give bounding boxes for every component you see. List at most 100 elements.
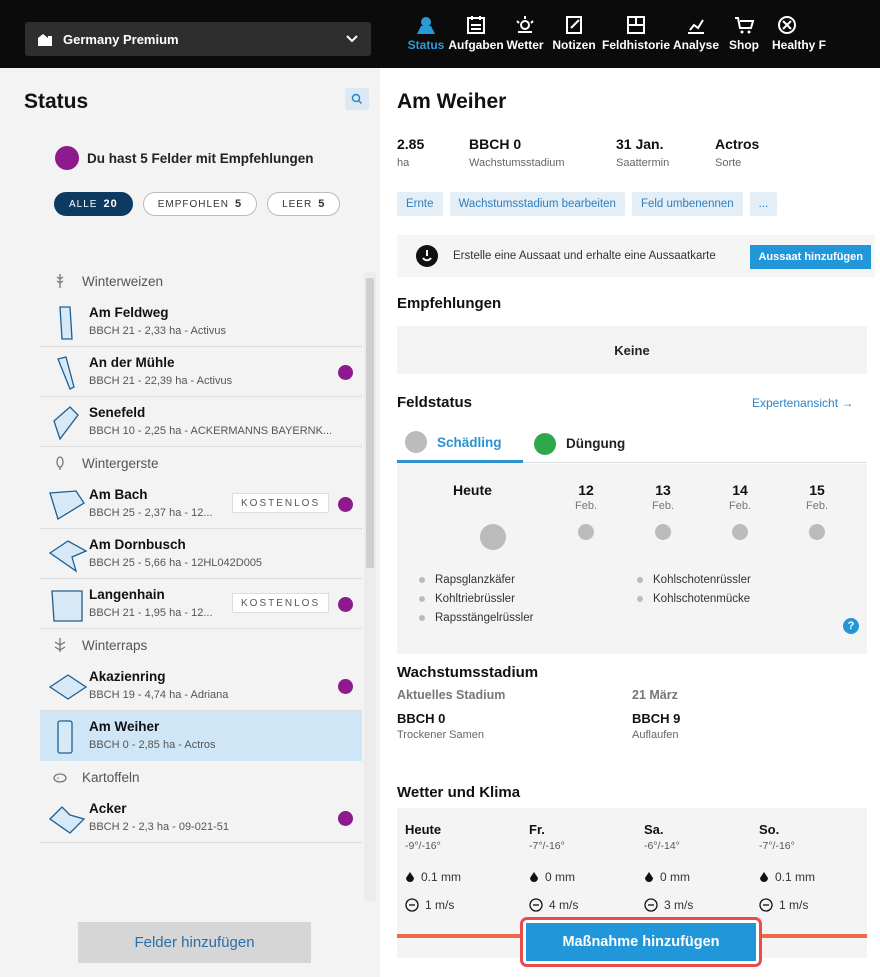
field-list-item[interactable]: Am Feldweg BBCH 21 - 2,33 ha - Activus	[40, 297, 362, 347]
pest-item: Kohlschotenrüssler	[637, 574, 751, 586]
help-icon[interactable]: ?	[843, 618, 859, 634]
filter-empty[interactable]: LEER 5	[267, 192, 341, 216]
wind-icon	[759, 898, 773, 912]
field-name: Akazienring	[89, 669, 166, 684]
weather-day: So. -7°/-16° 0.1 mm 1 m/s	[759, 822, 816, 912]
nav-healthy[interactable]: Healthy F	[766, 14, 826, 52]
farm-selector[interactable]: Germany Premium	[25, 22, 371, 56]
crop-group-header: Wintergerste	[40, 447, 362, 479]
forecast-day: 14 Feb.	[729, 482, 751, 540]
field-list-item[interactable]: Am Dornbusch BBCH 25 - 5,66 ha - 12HL042…	[40, 529, 362, 579]
weather-day: Fr. -7°/-16° 0 mm 4 m/s	[529, 822, 579, 912]
field-list-item[interactable]: Senefeld BBCH 10 - 2,25 ha - ACKERMANNS …	[40, 397, 362, 447]
recommendation-dot	[338, 497, 353, 512]
field-name: Langenhain	[89, 587, 165, 602]
scrollbar-thumb[interactable]	[366, 278, 374, 568]
main-nav: Status Aufgaben Wetter Notizen Feldhisto…	[404, 14, 826, 52]
field-shape-icon	[59, 306, 73, 340]
field-facts: 2.85 ha BBCH 0 Wachstumsstadium 31 Jan. Saa…	[397, 136, 759, 169]
potato-icon	[53, 773, 67, 783]
field-shape-icon	[48, 674, 88, 700]
weather-day: Heute -9°/-16° 0.1 mm 1 m/s	[405, 822, 462, 912]
nav-notes[interactable]: Notizen	[546, 14, 602, 52]
field-list-scrollbar[interactable]	[364, 272, 376, 901]
wind-icon	[529, 898, 543, 912]
nav-shop[interactable]: Shop	[722, 14, 766, 52]
fact-variety: Actros Sorte	[715, 136, 760, 169]
filter-all[interactable]: ALLE 20	[54, 192, 133, 216]
analysis-icon	[688, 19, 704, 34]
rename-field-button[interactable]: Feld umbenennen	[631, 192, 743, 216]
field-list-item[interactable]: An der Mühle BBCH 21 - 22,39 ha - Activu…	[40, 347, 362, 397]
fieldstatus-heading: Feldstatus	[397, 394, 473, 411]
field-shape-icon	[48, 806, 86, 834]
fieldstatus-tabs: Schädling Düngung	[397, 424, 867, 463]
nav-status[interactable]: Status	[404, 14, 448, 52]
filter-recommended[interactable]: EMPFOHLEN 5	[142, 192, 258, 216]
recommendations-heading: Empfehlungen	[397, 295, 502, 312]
recommendation-dot	[338, 811, 353, 826]
search-icon	[351, 93, 363, 105]
harvest-button[interactable]: Ernte	[397, 192, 443, 216]
field-meta: BBCH 25 - 5,66 ha - 12HL042D005	[89, 557, 263, 569]
rapeseed-icon	[54, 638, 66, 652]
status-dot	[732, 524, 748, 540]
field-meta: BBCH 0 - 2,85 ha - Actros	[89, 739, 216, 751]
top-bar: Germany Premium Status Aufgaben Wetter N…	[0, 0, 880, 68]
recommendation-dot	[338, 597, 353, 612]
search-button[interactable]	[345, 88, 369, 110]
field-title: Am Weiher	[397, 90, 507, 113]
recommendation-dot	[338, 679, 353, 694]
field-shape-icon	[53, 406, 79, 441]
status-icon	[417, 17, 435, 34]
field-shape-icon	[57, 356, 75, 390]
field-shape-icon	[49, 490, 85, 520]
recommendation-dot	[338, 365, 353, 380]
rain-drop-icon	[760, 872, 768, 882]
nav-tasks[interactable]: Aufgaben	[448, 14, 504, 52]
forecast-day: 15 Feb.	[806, 482, 828, 540]
pest-status-icon	[480, 524, 506, 550]
add-measure-button[interactable]: Maßnahme hinzufügen	[526, 923, 756, 961]
forecast-day: 13 Feb.	[652, 482, 674, 540]
pest-item: Kohlschotenmücke	[637, 593, 751, 605]
tab-pests[interactable]: Schädling	[397, 424, 523, 463]
nav-weather[interactable]: Wetter	[504, 14, 546, 52]
tab-fertilization[interactable]: Düngung	[534, 424, 625, 463]
field-name: Am Bach	[89, 487, 148, 502]
field-list-item[interactable]: Am Bach BBCH 25 - 2,37 ha - 12... KOSTEN…	[40, 479, 362, 529]
current-stage-value: BBCH 0	[397, 711, 446, 726]
field-meta: BBCH 25 - 2,37 ha - 12...	[89, 507, 213, 519]
field-name: Acker	[89, 801, 127, 816]
field-meta: BBCH 19 - 4,74 ha - Adriana	[89, 689, 229, 701]
fact-growth-stage: BBCH 0 Wachstumsstadium	[469, 136, 565, 169]
field-actions: Ernte Wachstumsstadium bearbeiten Feld u…	[397, 192, 784, 216]
barley-icon	[56, 456, 64, 470]
growth-heading: Wachstumsstadium	[397, 664, 539, 681]
field-list-item[interactable]: Akazienring BBCH 19 - 4,74 ha - Adriana	[40, 661, 362, 711]
field-detail-panel: Am Weiher 2.85 ha BBCH 0 Wachstumsstadium …	[380, 68, 880, 977]
nav-field-history[interactable]: Feldhistorie	[602, 14, 670, 52]
status-dot	[655, 524, 671, 540]
recommendation-dot	[55, 146, 79, 170]
field-shape-icon	[48, 540, 88, 573]
field-list-item[interactable]: Langenhain BBCH 21 - 1,95 ha - 12... KOS…	[40, 579, 362, 629]
add-fields-button[interactable]: Felder hinzufügen	[78, 922, 311, 963]
wind-icon	[644, 898, 658, 912]
field-shape-icon	[57, 720, 73, 754]
recommendation-summary: Du hast 5 Felder mit Empfehlungen	[55, 146, 314, 170]
next-stage-description: Auflaufen	[632, 729, 679, 741]
edit-growth-stage-button[interactable]: Wachstumsstadium bearbeiten	[449, 192, 625, 216]
add-sowing-button[interactable]: Aussaat hinzufügen	[750, 245, 871, 269]
current-stage-description: Trockener Samen	[397, 729, 485, 741]
field-list-item[interactable]: Acker BBCH 2 - 2,3 ha - 09-021-51	[40, 793, 362, 843]
nav-analysis[interactable]: Analyse	[670, 14, 722, 52]
more-actions-button[interactable]: ...	[749, 192, 778, 216]
pest-item: Rapsstängelrüssler	[419, 612, 533, 624]
field-list-item-selected[interactable]: Am Weiher BBCH 0 - 2,85 ha - Actros	[40, 711, 362, 761]
current-stage-label: Aktuelles Stadium	[397, 688, 506, 702]
pest-list: Rapsglanzkäfer Kohltriebrüssler Rapsstän…	[419, 574, 533, 631]
expert-view-link[interactable]: Expertenansicht →	[752, 396, 853, 410]
add-measure-highlight: Maßnahme hinzufügen	[520, 917, 762, 967]
sidebar-title: Status	[24, 90, 89, 113]
